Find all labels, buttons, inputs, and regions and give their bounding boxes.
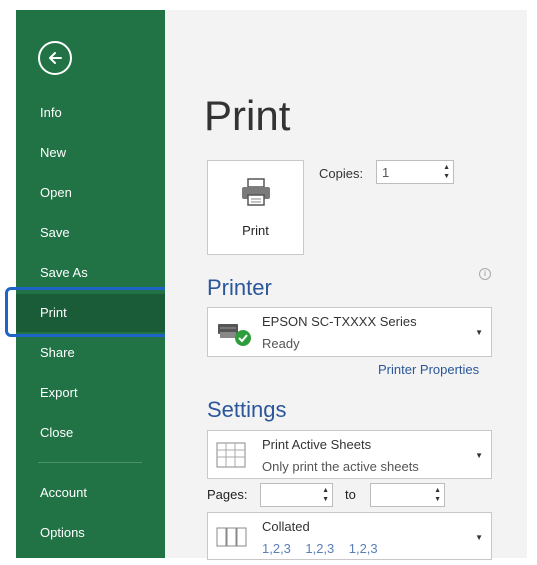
print-scope-dropdown[interactable]: Print Active Sheets Only print the activ… — [207, 430, 492, 479]
pages-to-input[interactable]: ▲ ▼ — [370, 483, 445, 507]
settings-section-title: Settings — [207, 397, 287, 422]
sidebar-divider — [38, 462, 142, 463]
scope-secondary: Only print the active sheets — [262, 459, 419, 474]
collation-dropdown[interactable]: Collated 1,2,3 1,2,3 1,2,3 ▼ — [207, 512, 492, 560]
to-label: to — [345, 487, 356, 502]
sidebar-item-export[interactable]: Export — [16, 374, 165, 412]
sheet-icon — [216, 442, 246, 468]
print-button[interactable]: Print — [207, 160, 304, 255]
printer-section-title: Printer — [207, 275, 272, 300]
print-highlight-box — [5, 287, 177, 337]
collated-icon — [216, 527, 247, 547]
collation-primary: Collated — [262, 519, 310, 534]
copies-input[interactable]: 1 ▲ ▼ — [376, 160, 454, 184]
spin-up-icon[interactable]: ▲ — [443, 164, 450, 171]
backstage-sidebar: Info New Open Save Save As Print Share E… — [16, 10, 165, 558]
spin-up-icon[interactable]: ▲ — [322, 487, 329, 494]
page-title: Print — [204, 92, 291, 139]
printer-icon — [242, 178, 270, 206]
back-arrow-icon[interactable] — [38, 41, 72, 75]
pages-label: Pages: — [207, 487, 248, 502]
chevron-down-icon: ▼ — [475, 533, 483, 542]
spin-up-icon[interactable]: ▲ — [434, 487, 441, 494]
sidebar-item-account[interactable]: Account — [16, 474, 165, 512]
printer-properties-link[interactable]: Printer Properties — [378, 362, 479, 377]
pages-from-input[interactable]: ▲ ▼ — [260, 483, 333, 507]
copies-label: Copies: — [319, 166, 364, 181]
scope-primary: Print Active Sheets — [262, 437, 372, 452]
sidebar-item-options[interactable]: Options — [16, 514, 165, 552]
collation-secondary: 1,2,3 1,2,3 1,2,3 — [262, 541, 378, 556]
sidebar-item-info[interactable]: Info — [16, 94, 165, 132]
sidebar-item-new[interactable]: New — [16, 134, 165, 172]
printer-status: Ready — [262, 336, 300, 351]
copies-value: 1 — [382, 165, 390, 180]
printer-status-icon — [218, 324, 251, 346]
sidebar-item-save[interactable]: Save — [16, 214, 165, 252]
sidebar-item-open[interactable]: Open — [16, 174, 165, 212]
printer-dropdown[interactable]: EPSON SC-TXXXX Series Ready ▼ — [207, 307, 492, 357]
printer-name: EPSON SC-TXXXX Series — [262, 314, 417, 329]
spin-down-icon[interactable]: ▼ — [322, 496, 329, 503]
arrow-left-icon — [49, 52, 62, 64]
chevron-down-icon: ▼ — [475, 451, 483, 460]
info-icon[interactable]: i — [479, 268, 491, 280]
sidebar-item-share[interactable]: Share — [16, 334, 165, 372]
sidebar-item-close[interactable]: Close — [16, 414, 165, 452]
spin-down-icon[interactable]: ▼ — [443, 173, 450, 180]
print-button-label: Print — [242, 223, 269, 238]
spin-down-icon[interactable]: ▼ — [434, 496, 441, 503]
chevron-down-icon: ▼ — [475, 328, 483, 337]
